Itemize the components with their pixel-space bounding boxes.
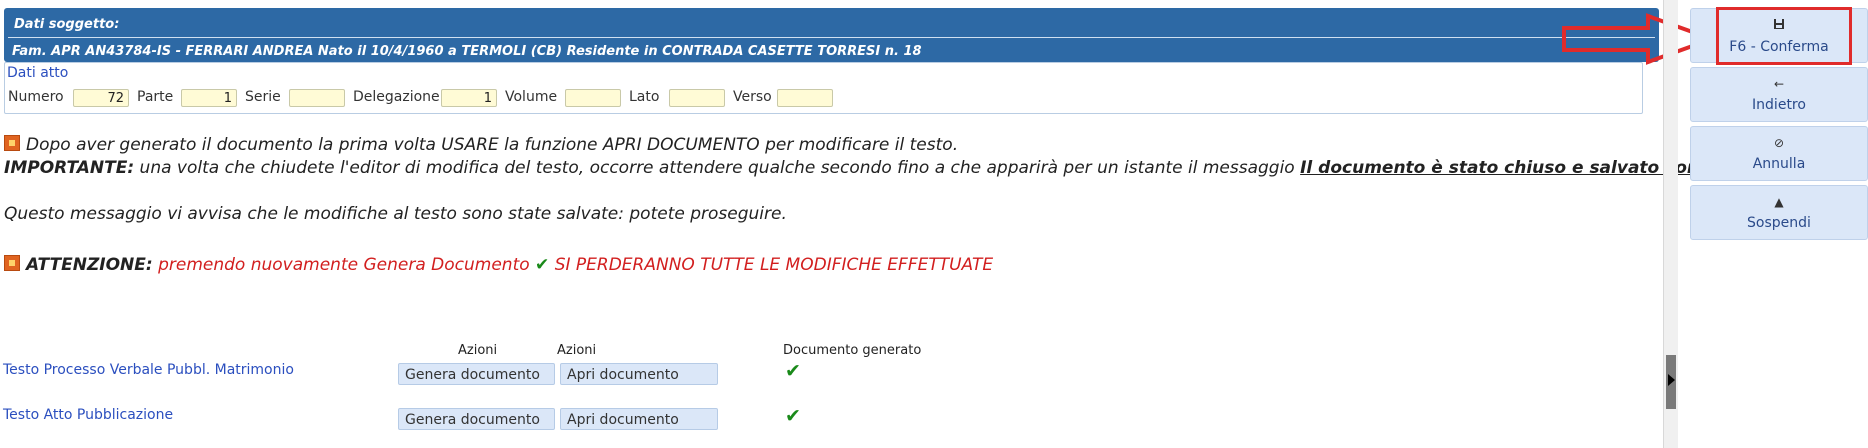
numero-input[interactable]: 72 [73,89,129,107]
column-header-generated: Documento generato [783,343,922,358]
serie-input[interactable] [289,89,345,107]
saved-message: Questo messaggio vi avvisa che le modifi… [4,204,787,224]
numero-label: Numero [8,89,64,105]
cancel-label: Annulla [1752,156,1806,172]
subject-header: Dati soggetto: Fam. APR AN43784-IS - FER… [4,8,1659,62]
parte-input[interactable]: 1 [181,89,237,107]
lato-input[interactable] [669,89,725,107]
delegazione-input[interactable]: 1 [441,89,497,107]
subject-description: Fam. APR AN43784-IS - FERRARI ANDREA Nat… [12,44,922,59]
serie-label: Serie [245,89,281,105]
warning-icon: ▲ [1774,195,1784,209]
important-message: IMPORTANTE: una volta che chiudete l'edi… [4,158,1810,178]
volume-label: Volume [505,89,558,105]
attention-text: premendo nuovamente Genera Documento [152,255,536,275]
arrow-left-icon: ← [1773,77,1785,91]
row-label-verbale: Testo Processo Verbale Pubbl. Matrimonio [3,362,294,378]
divider [8,37,1655,38]
attention-bullet-icon [4,255,20,271]
column-header-actions: Azioni [458,343,498,358]
expand-arrow-icon[interactable] [1668,374,1675,386]
open-document-button[interactable]: Apri documento [560,408,718,430]
subject-title: Dati soggetto: [14,17,120,32]
volume-input[interactable] [565,89,621,107]
suspend-button[interactable]: ▲ Sospendi [1690,185,1868,240]
check-icon: ✔ [535,255,550,275]
confirm-highlight-frame [1716,7,1852,65]
attention-label: ATTENZIONE: [26,255,153,275]
verso-label: Verso [733,89,772,105]
info-text: Dopo aver generato il documento la prima… [26,135,959,155]
atto-title: Dati atto [7,65,69,81]
main-panel: Dati soggetto: Fam. APR AN43784-IS - FER… [0,0,1810,448]
cancel-icon: ⊘ [1773,136,1785,150]
suspend-label: Sospendi [1747,215,1811,231]
generate-document-button[interactable]: Genera documento [398,363,555,385]
important-label: IMPORTANTE: [4,158,135,178]
generate-document-button[interactable]: Genera documento [398,408,555,430]
attention-message: ATTENZIONE: premendo nuovamente Genera D… [4,255,993,275]
open-document-button[interactable]: Apri documento [560,363,718,385]
cancel-button[interactable]: ⊘ Annulla [1690,126,1868,181]
atto-section: Dati atto Numero 72 Parte 1 Serie Delega… [4,62,1643,114]
column-header-actions-2: Azioni [557,343,597,358]
delegazione-label: Delegazione [353,89,440,105]
back-label: Indietro [1752,97,1806,113]
info-message: Dopo aver generato il documento la prima… [4,135,958,155]
attention-warning: SI PERDERANNO TUTTE LE MODIFICHE EFFETTU… [549,255,994,275]
generated-check-icon: ✔ [785,360,801,382]
back-button[interactable]: ← Indietro [1690,67,1868,122]
important-text: una volta che chiudete l'editor di modif… [134,158,1301,178]
lato-label: Lato [629,89,660,105]
row-label-pubblicazione: Testo Atto Pubblicazione [3,407,174,423]
verso-input[interactable] [777,89,833,107]
generated-check-icon: ✔ [785,405,801,427]
info-bullet-icon [4,135,20,151]
parte-label: Parte [137,89,174,105]
